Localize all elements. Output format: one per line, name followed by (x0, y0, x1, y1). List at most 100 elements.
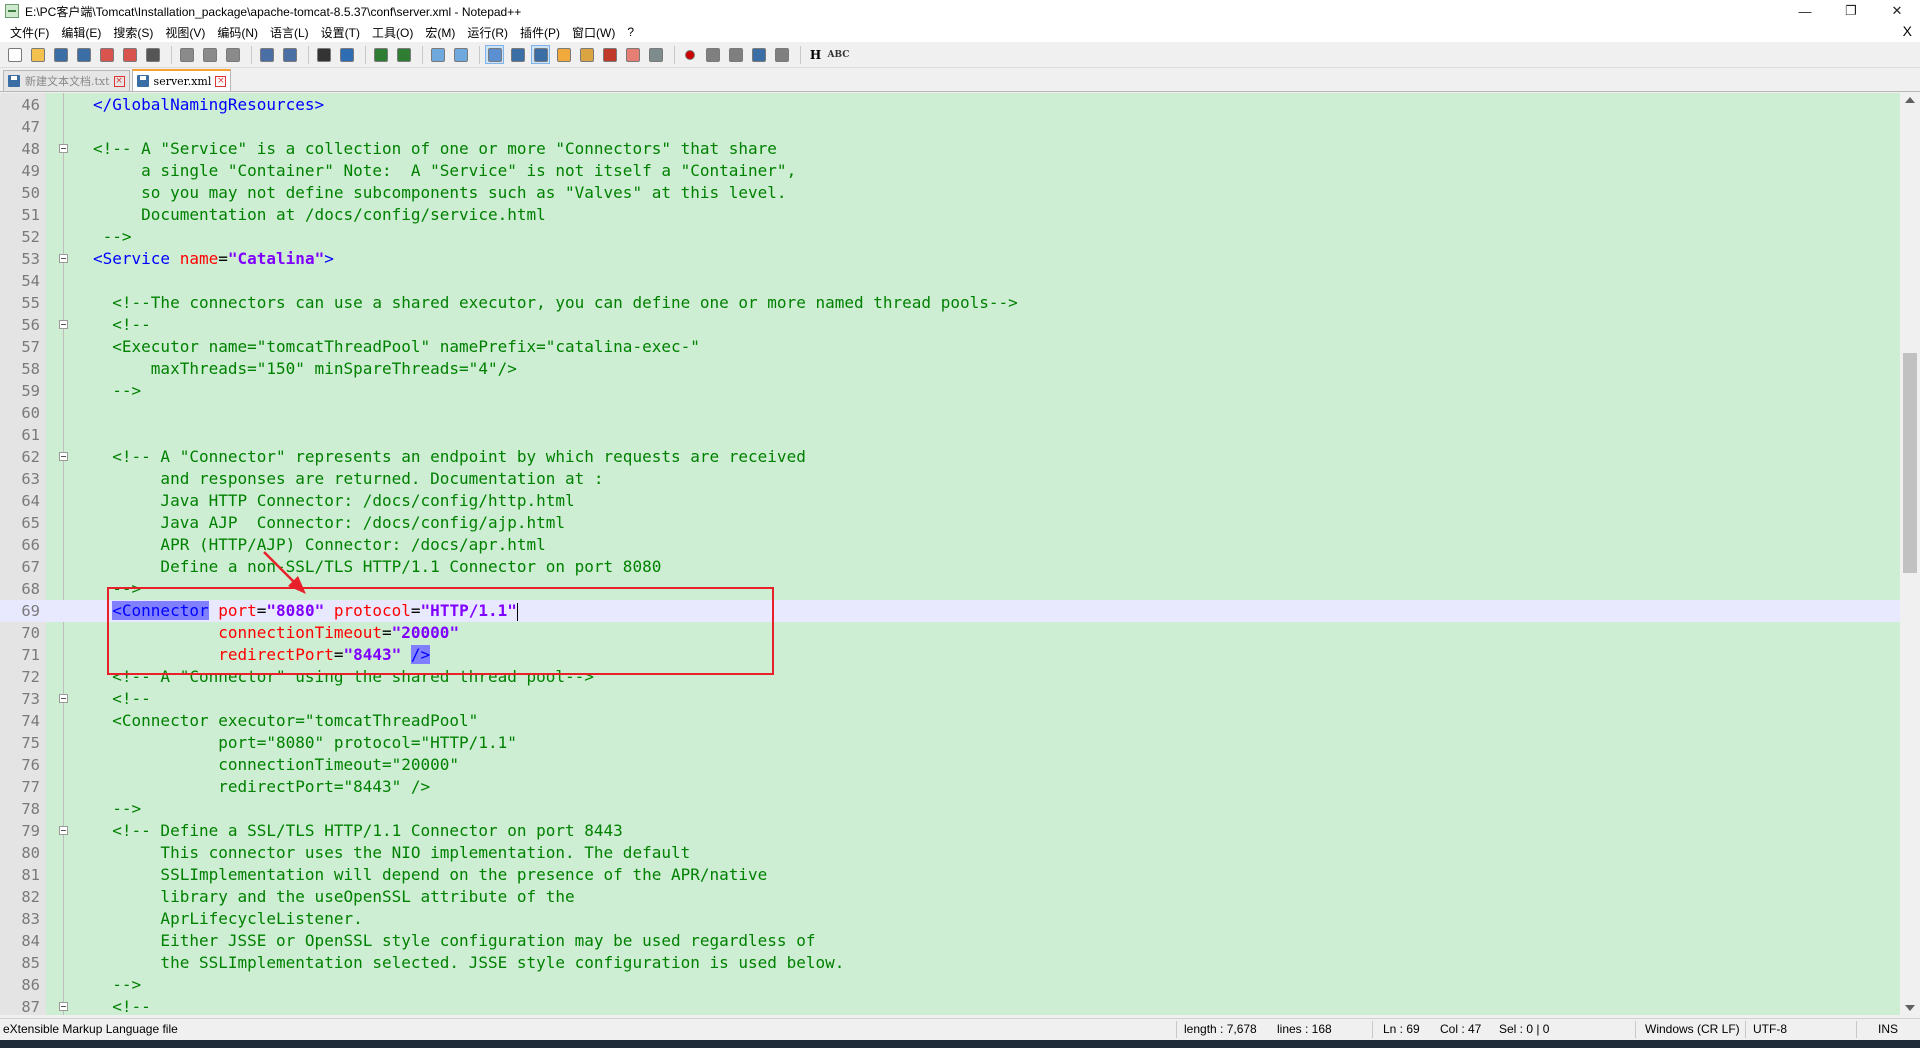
replace-icon[interactable] (337, 45, 356, 64)
menu-item[interactable]: 设置(T) (315, 24, 366, 41)
scroll-up-arrow-icon[interactable] (1905, 97, 1915, 103)
stop-macro-icon[interactable] (703, 45, 722, 64)
code-line[interactable]: 51 Documentation at /docs/config/service… (0, 204, 1900, 226)
code-line[interactable]: 80 This connector uses the NIO implement… (0, 842, 1900, 864)
udl-icon[interactable] (554, 45, 573, 64)
save-all-icon[interactable] (74, 45, 93, 64)
code-line[interactable]: 54 (0, 270, 1900, 292)
code-line[interactable]: 81 SSLImplementation will depend on the … (0, 864, 1900, 886)
hex-icon[interactable]: H (806, 45, 825, 64)
code-line[interactable]: 82 library and the useOpenSSL attribute … (0, 886, 1900, 908)
code-line[interactable]: 59 --> (0, 380, 1900, 402)
play-macro-icon[interactable] (726, 45, 745, 64)
code-line[interactable]: 84 Either JSSE or OpenSSL style configur… (0, 930, 1900, 952)
code-line[interactable]: 86 --> (0, 974, 1900, 996)
code-line[interactable]: 64 Java HTTP Connector: /docs/config/htt… (0, 490, 1900, 512)
code-line[interactable]: 67 Define a non-SSL/TLS HTTP/1.1 Connect… (0, 556, 1900, 578)
code-line[interactable]: 83 AprLifecycleListener. (0, 908, 1900, 930)
tab-close-icon[interactable]: × (113, 75, 125, 87)
zoom-out-icon[interactable] (394, 45, 413, 64)
menu-item[interactable]: 视图(V) (159, 24, 211, 41)
code-line[interactable]: 66 APR (HTTP/AJP) Connector: /docs/apr.h… (0, 534, 1900, 556)
menu-item[interactable]: 宏(M) (419, 24, 461, 41)
code-line[interactable]: 63 and responses are returned. Documenta… (0, 468, 1900, 490)
code-line[interactable]: 46 </GlobalNamingResources> (0, 94, 1900, 116)
fold-toggle-icon[interactable] (59, 254, 68, 263)
code-line[interactable]: 48 <!-- A "Service" is a collection of on… (0, 138, 1900, 160)
code-line[interactable]: 60 (0, 402, 1900, 424)
word-wrap-icon[interactable] (485, 45, 504, 64)
find-icon[interactable] (314, 45, 333, 64)
menu-item[interactable]: ? (621, 25, 640, 39)
zoom-in-icon[interactable] (371, 45, 390, 64)
save-macro-icon[interactable] (772, 45, 791, 64)
record-macro-icon[interactable] (680, 45, 699, 64)
code-line[interactable]: 47 (0, 116, 1900, 138)
menu-item[interactable]: 文件(F) (4, 24, 55, 41)
close-all-icon[interactable] (120, 45, 139, 64)
code-line[interactable]: 62 <!-- A "Connector" represents an endp… (0, 446, 1900, 468)
close-document-button[interactable]: X (1903, 23, 1912, 39)
fold-toggle-icon[interactable] (59, 320, 68, 329)
vertical-scrollbar[interactable] (1900, 93, 1920, 1015)
run-macro-multiple-icon[interactable] (749, 45, 768, 64)
cut-icon[interactable] (177, 45, 196, 64)
scroll-down-arrow-icon[interactable] (1905, 1005, 1915, 1011)
code-line[interactable]: 75 port="8080" protocol="HTTP/1.1" (0, 732, 1900, 754)
fold-toggle-icon[interactable] (59, 1002, 68, 1011)
tab-server-xml[interactable]: server.xml × (131, 69, 232, 91)
function-list-icon[interactable] (600, 45, 619, 64)
folder-workspace-icon[interactable] (623, 45, 642, 64)
undo-icon[interactable] (257, 45, 276, 64)
code-line[interactable]: 78 --> (0, 798, 1900, 820)
spellcheck-icon[interactable]: ABC (828, 45, 850, 64)
close-window-button[interactable]: ✕ (1874, 0, 1920, 22)
status-eol[interactable]: Windows (CR LF) (1645, 1022, 1740, 1036)
menu-item[interactable]: 窗口(W) (566, 24, 621, 41)
menu-item[interactable]: 插件(P) (514, 24, 566, 41)
code-line[interactable]: 50 so you may not define subcomponents s… (0, 182, 1900, 204)
open-file-icon[interactable] (28, 45, 47, 64)
sync-h-icon[interactable] (451, 45, 470, 64)
code-line[interactable]: 49 a single "Container" Note: A "Service… (0, 160, 1900, 182)
new-file-icon[interactable] (5, 45, 24, 64)
status-insert-mode[interactable]: INS (1878, 1022, 1898, 1036)
sync-v-icon[interactable] (428, 45, 447, 64)
code-line[interactable]: 55 <!--The connectors can use a shared e… (0, 292, 1900, 314)
copy-icon[interactable] (200, 45, 219, 64)
redo-icon[interactable] (280, 45, 299, 64)
indent-guide-icon[interactable] (531, 45, 550, 64)
doc-map-icon[interactable] (577, 45, 596, 64)
scrollbar-thumb[interactable] (1903, 353, 1917, 573)
menu-item[interactable]: 工具(O) (366, 24, 419, 41)
status-encoding[interactable]: UTF-8 (1753, 1022, 1787, 1036)
show-all-chars-icon[interactable] (508, 45, 527, 64)
menu-item[interactable]: 编码(N) (211, 24, 264, 41)
code-line[interactable]: 58 maxThreads="150" minSpareThreads="4"/… (0, 358, 1900, 380)
editor[interactable]: 46 </GlobalNamingResources> 47 48 <!-- A "Se… (0, 93, 1920, 1015)
menu-item[interactable]: 搜索(S) (107, 24, 159, 41)
paste-icon[interactable] (223, 45, 242, 64)
fold-toggle-icon[interactable] (59, 826, 68, 835)
code-line[interactable]: 77 redirectPort="8443" /> (0, 776, 1900, 798)
save-icon[interactable] (51, 45, 70, 64)
tab-new-text-document[interactable]: 新建文本文档.txt × (3, 70, 130, 91)
minimize-button[interactable]: — (1782, 0, 1828, 22)
code-line[interactable]: 57 <Executor name="tomcatThreadPool" nam… (0, 336, 1900, 358)
code-line[interactable]: 76 connectionTimeout="20000" (0, 754, 1900, 776)
code-line[interactable]: 73 <!-- (0, 688, 1900, 710)
fold-toggle-icon[interactable] (59, 144, 68, 153)
fold-toggle-icon[interactable] (59, 452, 68, 461)
code-line[interactable]: 79 <!-- Define a SSL/TLS HTTP/1.1 Connec… (0, 820, 1900, 842)
close-icon[interactable] (97, 45, 116, 64)
menu-item[interactable]: 运行(R) (461, 24, 514, 41)
code-line[interactable]: 56 <!-- (0, 314, 1900, 336)
code-line[interactable]: 87 <!-- (0, 996, 1900, 1015)
code-line[interactable]: 61 (0, 424, 1900, 446)
code-line[interactable]: 52 --> (0, 226, 1900, 248)
code-line[interactable]: 85 the SSLImplementation selected. JSSE … (0, 952, 1900, 974)
monitoring-icon[interactable] (646, 45, 665, 64)
code-line[interactable]: 74 <Connector executor="tomcatThreadPool… (0, 710, 1900, 732)
menu-item[interactable]: 编辑(E) (55, 24, 107, 41)
tab-close-icon[interactable]: × (215, 75, 227, 87)
